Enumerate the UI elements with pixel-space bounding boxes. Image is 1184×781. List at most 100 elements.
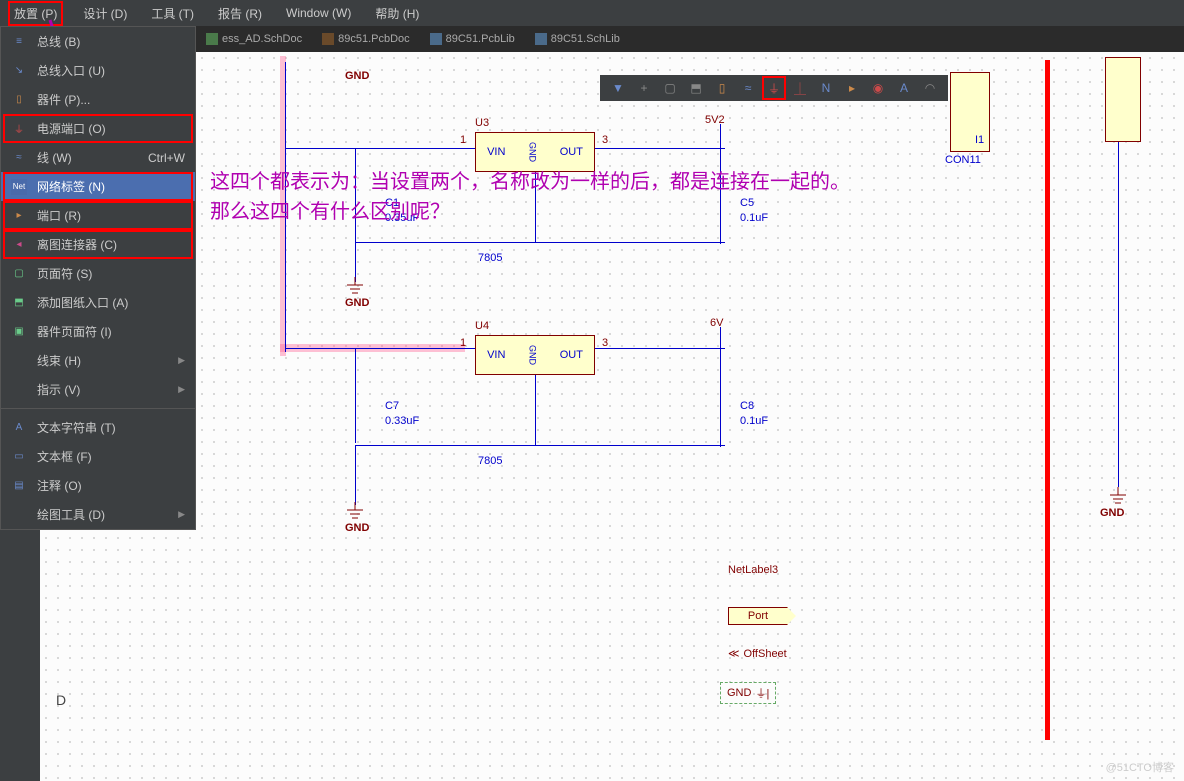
- menu-window[interactable]: Window (W): [282, 4, 355, 22]
- gnd-icon[interactable]: ⏊: [792, 80, 808, 96]
- menu-power-port[interactable]: ⏚电源端口 (O): [1, 114, 195, 143]
- port-example[interactable]: Port: [728, 607, 788, 625]
- part-icon[interactable]: ▯: [714, 80, 730, 96]
- chip-u4[interactable]: VIN GND OUT: [475, 335, 595, 375]
- bus-entry-icon: ↘: [11, 63, 27, 79]
- menu-design[interactable]: 设计 (D): [79, 3, 131, 24]
- harness-icon: [11, 353, 27, 369]
- menu-bus[interactable]: ≡总线 (B): [1, 27, 195, 56]
- menu-net-label[interactable]: Net网络标签 (N): [1, 172, 195, 201]
- pin-gnd: GND: [528, 345, 538, 365]
- menu-tools[interactable]: 工具 (T): [147, 3, 198, 24]
- active-bar: ▼ + ▢ ⬒ ▯ ≈ ⏚ ⏊ N ▸ ◉ A ◠: [600, 75, 948, 101]
- lib-icon: [430, 33, 442, 45]
- menu-text-frame[interactable]: ▭文本框 (F): [1, 442, 195, 471]
- c8-value: 0.1uF: [740, 415, 768, 427]
- gnd-symbol-icon: ⏚|: [755, 685, 769, 701]
- gnd-label: GND: [345, 297, 369, 309]
- gnd-label: GND: [1100, 507, 1124, 519]
- bus-icon: ≡: [11, 34, 27, 50]
- tab-label: 89C51.SchLib: [551, 33, 620, 45]
- pin-out: OUT: [560, 349, 583, 361]
- gnd-label: GND: [345, 70, 369, 82]
- gnd-symbol-icon: [345, 277, 365, 297]
- pin-vin: VIN: [487, 146, 505, 158]
- menu-wire[interactable]: ≈线 (W)Ctrl+W: [1, 143, 195, 172]
- gnd-example[interactable]: GND⏚|: [720, 682, 776, 704]
- place-dropdown: ≡总线 (B) ↘总线入口 (U) ▯器件 (P)... ⏚电源端口 (O) ≈…: [0, 26, 196, 530]
- menu-text-string[interactable]: A文本字符串 (T): [1, 413, 195, 442]
- pin-num: 3: [602, 134, 608, 146]
- offsheet-icon: ◂: [11, 237, 27, 253]
- filter-icon[interactable]: ▼: [610, 80, 626, 96]
- tab-label: ess_AD.SchDoc: [222, 33, 302, 45]
- user-annotation: 这四个都表示为：当设置两个，名称改为一样的后，都是连接在一起的。 那么这四个有什…: [210, 167, 850, 227]
- u4-value: 7805: [478, 455, 502, 467]
- menu-offsheet[interactable]: ◂离图连接器 (C): [1, 230, 195, 259]
- gnd-symbol-icon: [345, 502, 365, 522]
- menubar: 放置 (P) 设计 (D) 工具 (T) 报告 (R) Window (W) 帮…: [0, 0, 1184, 26]
- menu-device-sheet[interactable]: ▣器件页面符 (I): [1, 317, 195, 346]
- u3-value: 7805: [478, 252, 502, 264]
- tab-pcblib[interactable]: 89C51.PcbLib: [424, 31, 521, 47]
- menu-drawing-tools[interactable]: 绘图工具 (D)▶: [1, 500, 195, 529]
- power-port-icon: ⏚: [11, 121, 27, 137]
- offsheet-example[interactable]: ≪OffSheet: [728, 647, 787, 660]
- menu-directive[interactable]: 指示 (V)▶: [1, 375, 195, 404]
- tab-schlib[interactable]: 89C51.SchLib: [529, 31, 626, 47]
- tab-label: 89C51.PcbLib: [446, 33, 515, 45]
- chip-u3[interactable]: VIN GND OUT: [475, 132, 595, 172]
- probe-icon[interactable]: ◉: [870, 80, 886, 96]
- menu-note[interactable]: ▤注释 (O): [1, 471, 195, 500]
- menu-report[interactable]: 报告 (R): [214, 3, 266, 24]
- menu-bus-entry[interactable]: ↘总线入口 (U): [1, 56, 195, 85]
- c7-ref: C7: [385, 400, 399, 412]
- drawing-tools-icon: [11, 507, 27, 523]
- arc-icon[interactable]: ◠: [922, 80, 938, 96]
- tab-schdoc[interactable]: ess_AD.SchDoc: [200, 31, 308, 47]
- pin-vin: VIN: [487, 349, 505, 361]
- power-port-icon[interactable]: ⏚: [766, 80, 782, 96]
- c7-value: 0.33uF: [385, 415, 419, 427]
- port-icon[interactable]: ▸: [844, 80, 860, 96]
- wire: [355, 445, 356, 505]
- wire: [1118, 142, 1119, 487]
- text-icon[interactable]: A: [896, 80, 912, 96]
- menu-sheet-entry[interactable]: ⬒添加图纸入口 (A): [1, 288, 195, 317]
- wire: [355, 445, 725, 446]
- c8-ref: C8: [740, 400, 754, 412]
- offsheet-icon: ≪: [728, 647, 740, 660]
- con-symbol[interactable]: [1105, 57, 1141, 142]
- schematic-content: GND U3 VIN GND OUT 1 3 7805 5V2 C1 0.35u…: [40, 52, 1184, 781]
- port-icon: ▸: [11, 208, 27, 224]
- netlabel-example[interactable]: NetLabel3: [728, 564, 778, 576]
- tab-pcbdoc[interactable]: 89c51.PcbDoc: [316, 31, 416, 47]
- wire: [720, 327, 721, 447]
- chevron-right-icon: ▶: [178, 509, 185, 520]
- wire: [535, 375, 536, 445]
- wire-icon[interactable]: ≈: [740, 80, 756, 96]
- con11-ref: CON11: [945, 154, 981, 166]
- schematic-canvas[interactable]: D GND U3 VIN GND OUT 1 3 7805 5V2 C1 0.3…: [40, 52, 1184, 781]
- align-icon[interactable]: ⬒: [688, 80, 704, 96]
- menu-help[interactable]: 帮助 (H): [371, 3, 423, 24]
- sheet-symbol-icon: ▢: [11, 266, 27, 282]
- menu-harness[interactable]: 线束 (H)▶: [1, 346, 195, 375]
- cross-icon[interactable]: +: [636, 80, 652, 96]
- lib-icon: [535, 33, 547, 45]
- text-frame-icon: ▭: [11, 449, 27, 465]
- menu-port[interactable]: ▸端口 (R): [1, 201, 195, 230]
- menu-part[interactable]: ▯器件 (P)...: [1, 85, 195, 114]
- rect-icon[interactable]: ▢: [662, 80, 678, 96]
- sch-icon: [206, 33, 218, 45]
- menu-sheet-symbol[interactable]: ▢页面符 (S): [1, 259, 195, 288]
- power-5v2: 5V2: [705, 114, 725, 126]
- tab-label: 89c51.PcbDoc: [338, 33, 410, 45]
- menu-place[interactable]: 放置 (P): [8, 1, 63, 26]
- net-icon[interactable]: N: [818, 80, 834, 96]
- power-6v: 6V: [710, 317, 723, 329]
- part-icon: ▯: [11, 92, 27, 108]
- u4-ref: U4: [475, 320, 489, 332]
- watermark: @51CTO博客: [1106, 759, 1174, 775]
- pin-out: OUT: [560, 146, 583, 158]
